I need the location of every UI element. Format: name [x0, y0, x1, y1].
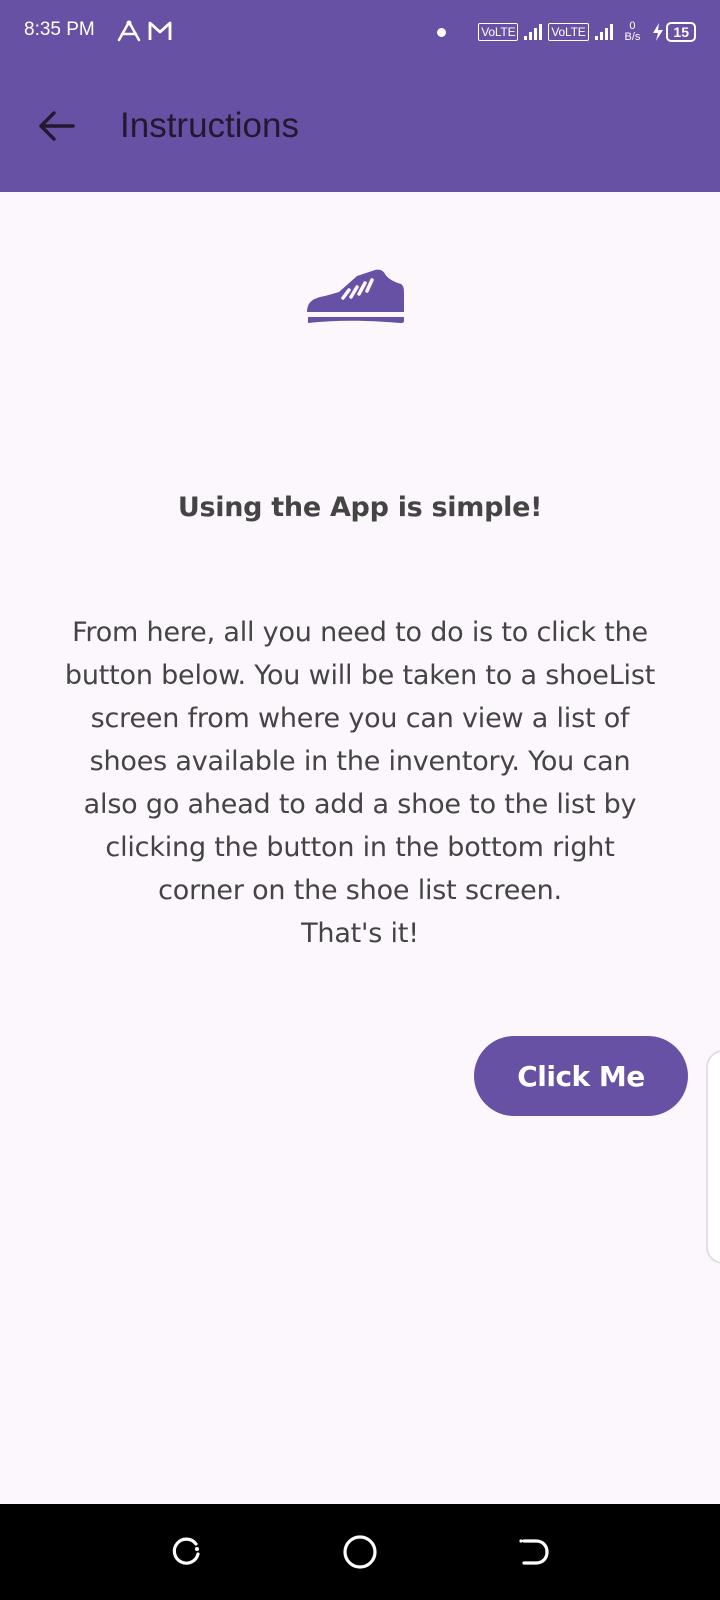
back-nav-button[interactable] [506, 1524, 562, 1580]
recents-icon [172, 1537, 200, 1565]
arrow-back-icon [39, 111, 75, 141]
click-me-button[interactable]: Click Me [474, 1036, 688, 1116]
net-speed: 0 B/s [625, 21, 641, 43]
a-icon [117, 20, 141, 42]
net-speed-unit: B/s [624, 31, 641, 43]
signal-icon [524, 24, 543, 40]
page-title: Instructions [120, 106, 299, 145]
edge-panel-handle[interactable] [706, 1050, 720, 1264]
status-time: 8:35 PM [24, 19, 95, 40]
status-bar: 8:35 PM VoLTE VoLTE 0 B/s 15 [0, 0, 720, 64]
volte-badge-1: VoLTE [478, 23, 519, 41]
home-icon [343, 1535, 377, 1569]
instructions-body: From here, all you need to do is to clic… [64, 617, 656, 949]
volte-badge-2: VoLTE [548, 23, 589, 41]
back-button[interactable] [24, 94, 88, 158]
notification-icons [115, 18, 173, 44]
charging-icon [653, 23, 664, 41]
shoe-icon [307, 269, 404, 323]
navigation-bar [0, 1504, 720, 1600]
battery-level: 15 [666, 22, 696, 42]
notification-dot [437, 27, 447, 37]
instructions-heading: Using the App is simple! [177, 492, 543, 523]
app-bar: Instructions [0, 64, 720, 192]
recents-button[interactable] [158, 1524, 214, 1580]
status-indicators: VoLTE VoLTE 0 B/s 15 [437, 18, 696, 46]
top-app-area: 8:35 PM VoLTE VoLTE 0 B/s 15 Instruction… [0, 0, 720, 192]
back-nav-icon [519, 1539, 549, 1565]
signal-icon [594, 24, 613, 40]
battery: 15 [652, 22, 696, 42]
gmail-icon [148, 21, 172, 40]
home-button[interactable] [332, 1524, 388, 1580]
